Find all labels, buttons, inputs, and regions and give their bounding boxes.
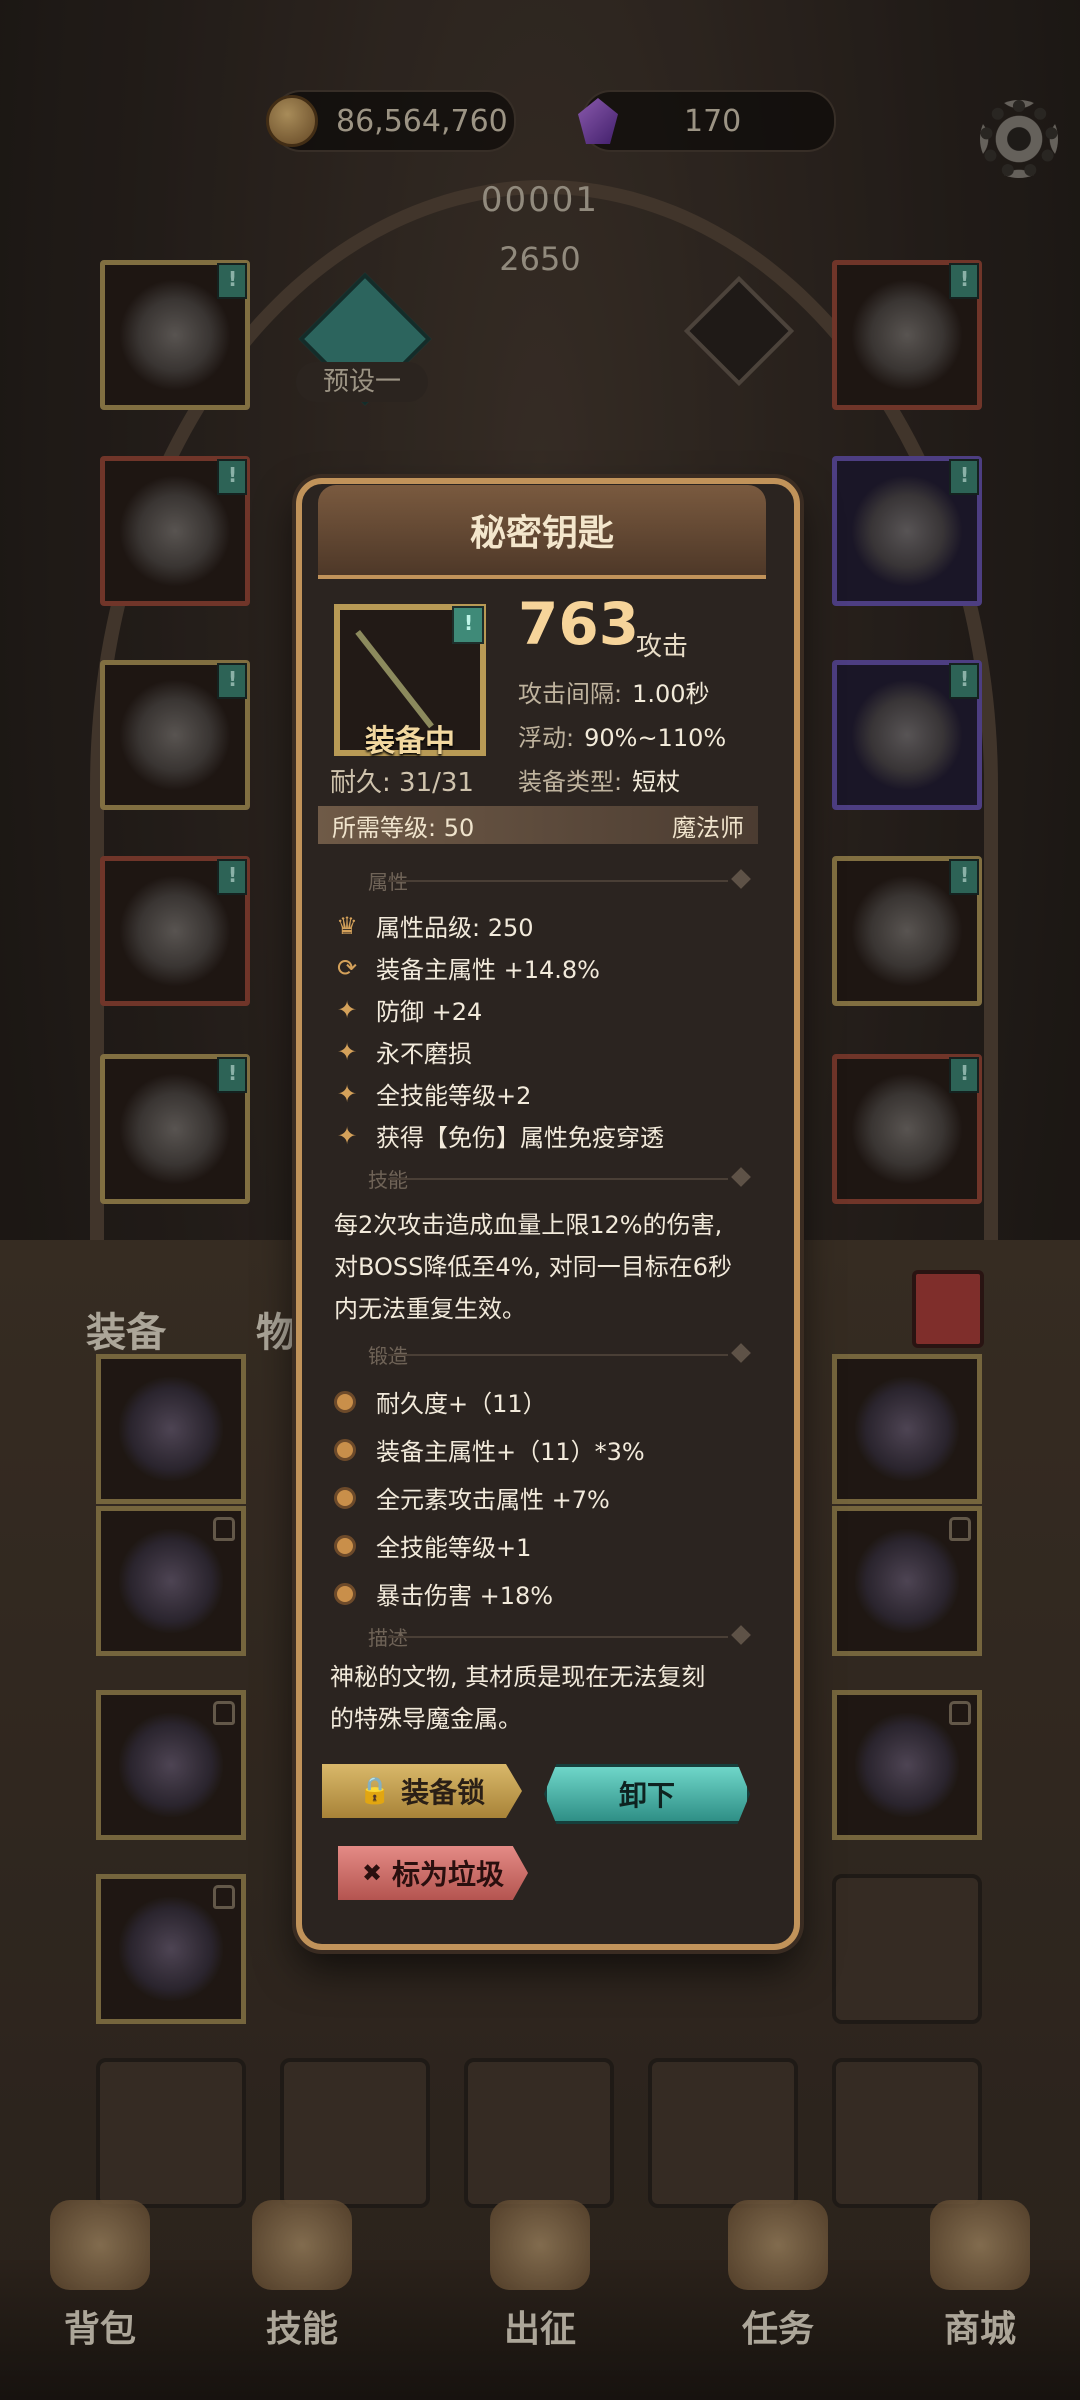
- attack-value: 763: [518, 590, 640, 658]
- forge-dot-icon: [334, 1582, 356, 1605]
- unequip-label: 卸下: [618, 1779, 675, 1812]
- attribute-line: ✦ 防御 +24: [334, 992, 482, 1027]
- forge-line: 耐久度+（11）: [334, 1384, 547, 1419]
- stat-interval-value: 1.00秒: [632, 680, 710, 708]
- attribute-text: 永不磨损: [376, 1040, 472, 1068]
- attribute-line: ✦ 获得【免伤】属性免疫穿透: [334, 1118, 664, 1153]
- sparkle-icon: ✦: [336, 1121, 358, 1150]
- forge-dot-icon: [334, 1390, 356, 1413]
- refresh-icon: ⟳: [336, 953, 358, 982]
- mark-as-junk-button[interactable]: ✖ 标为垃圾: [338, 1846, 528, 1900]
- equipped-label: 装备中: [365, 724, 455, 759]
- quality-crown-icon: ♛: [336, 911, 358, 940]
- unequip-button[interactable]: 卸下: [544, 1764, 750, 1824]
- desc-line: 的特殊导魔金属。: [330, 1705, 522, 1733]
- junk-icon: ✖: [361, 1859, 383, 1887]
- skill-description: 每2次攻击造成血量上限12%的伤害, 对BOSS降低至4%, 对同一目标在6秒 …: [334, 1204, 754, 1330]
- forge-line: 暴击伤害 +18%: [334, 1576, 553, 1611]
- item-description: 神秘的文物, 其材质是现在无法复刻 的特殊导魔金属。: [330, 1656, 750, 1740]
- attribute-line: ✦ 全技能等级+2: [334, 1076, 531, 1111]
- forge-dot-icon: [334, 1486, 356, 1509]
- item-name: 秘密钥匙: [469, 513, 614, 554]
- stat-type: 装备类型: 短杖: [518, 762, 680, 797]
- skill-line: 内无法重复生效。: [334, 1295, 526, 1323]
- forge-line: 装备主属性+（11）*3%: [334, 1432, 645, 1467]
- attribute-text: 装备主属性 +14.8%: [376, 956, 600, 984]
- required-level: 所需等级: 50: [332, 813, 475, 842]
- durability-text: 耐久: 31/31: [330, 768, 474, 798]
- forge-text: 全技能等级+1: [376, 1534, 532, 1562]
- forge-text: 耐久度+（11）: [376, 1390, 547, 1418]
- attribute-line: ♛ 属性品级: 250: [334, 908, 534, 943]
- attribute-text: 防御 +24: [376, 998, 483, 1026]
- skill-line: 对BOSS降低至4%, 对同一目标在6秒: [334, 1253, 733, 1281]
- section-forge-label: 锻造: [368, 1344, 408, 1368]
- sparkle-icon: ✦: [336, 995, 358, 1024]
- attribute-line: ✦ 永不磨损: [334, 1034, 472, 1069]
- required-class: 魔法师: [672, 813, 744, 842]
- sparkle-icon: ✦: [336, 1079, 358, 1108]
- stat-interval-label: 攻击间隔:: [518, 680, 623, 708]
- forge-text: 全元素攻击属性 +7%: [376, 1486, 610, 1514]
- stat-type-value: 短杖: [632, 768, 681, 796]
- requirement-bar: 所需等级: 50 魔法师: [318, 806, 758, 844]
- attack-unit: 攻击: [636, 632, 689, 662]
- equipment-lock-label: 装备锁: [401, 1776, 486, 1809]
- stat-float-label: 浮动:: [518, 724, 575, 752]
- section-forge: 锻造: [318, 1340, 758, 1370]
- attribute-text: 属性品级: 250: [376, 914, 534, 942]
- staff-icon: [355, 630, 434, 729]
- desc-line: 神秘的文物, 其材质是现在无法复刻: [330, 1663, 706, 1691]
- attribute-text: 获得【免伤】属性免疫穿透: [376, 1124, 664, 1152]
- forge-line: 全技能等级+1: [334, 1528, 531, 1563]
- forge-dot-icon: [334, 1534, 356, 1557]
- section-attributes: 属性: [318, 866, 758, 896]
- forge-line: 全元素攻击属性 +7%: [334, 1480, 610, 1515]
- section-skill: 技能: [318, 1164, 758, 1194]
- stat-float: 浮动: 90%~110%: [518, 718, 726, 753]
- stat-type-label: 装备类型:: [518, 768, 623, 796]
- stat-interval: 攻击间隔: 1.00秒: [518, 674, 710, 709]
- forge-dot-icon: [334, 1438, 356, 1461]
- mark-as-junk-label: 标为垃圾: [392, 1858, 505, 1891]
- forge-text: 暴击伤害 +18%: [376, 1582, 554, 1610]
- new-marker-icon: [452, 606, 484, 644]
- popup-title-bar: 秘密钥匙: [318, 485, 766, 579]
- skill-line: 每2次攻击造成血量上限12%的伤害,: [334, 1211, 723, 1239]
- stat-float-value: 90%~110%: [584, 724, 727, 752]
- sparkle-icon: ✦: [336, 1037, 358, 1066]
- section-skill-label: 技能: [368, 1168, 408, 1192]
- equipment-lock-button[interactable]: 🔒 装备锁: [322, 1764, 522, 1818]
- section-desc-label: 描述: [368, 1626, 408, 1650]
- lock-icon: 🔒: [358, 1776, 392, 1806]
- section-description: 描述: [318, 1622, 758, 1652]
- attribute-line: ⟳ 装备主属性 +14.8%: [334, 950, 600, 985]
- forge-text: 装备主属性+（11）*3%: [376, 1438, 645, 1466]
- section-attributes-label: 属性: [368, 870, 408, 894]
- attribute-text: 全技能等级+2: [376, 1082, 532, 1110]
